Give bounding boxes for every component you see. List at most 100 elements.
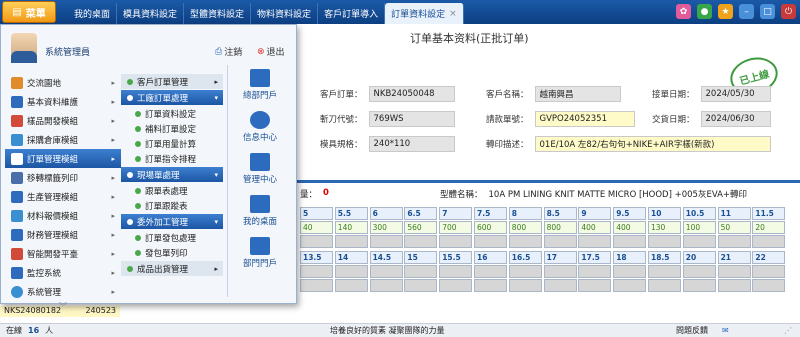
size-qty-cell[interactable]: 600 (474, 221, 507, 234)
receive-date-value[interactable]: 2024/05/30 (700, 86, 771, 102)
size-empty-cell[interactable] (717, 235, 751, 248)
exit-button[interactable]: ⊗ 退出 (257, 45, 285, 59)
module-item-monitor[interactable]: 監控系統 ▸ (5, 263, 121, 282)
module-item-system[interactable]: 系統管理 ▸ (5, 282, 121, 301)
size-qty-cell[interactable]: 400 (613, 221, 647, 234)
submenu-item-dispatch[interactable]: 訂單發包處理 (121, 230, 223, 245)
invoice-no-value[interactable]: GVPO24052351 (534, 111, 635, 127)
size-qty-cell[interactable]: 40 (300, 221, 333, 234)
size-empty-cell[interactable] (752, 235, 786, 248)
customer-name-value[interactable]: 越南興昌 (534, 86, 621, 102)
size-qty-cell[interactable]: 100 (682, 221, 716, 234)
submenu-item-order-trace[interactable]: 訂單跟蹤表 (121, 198, 223, 213)
submenu-item-tracking-table[interactable]: 跟單表處理 (121, 183, 223, 198)
tab-order-settings[interactable]: 訂單資料設定 × (385, 3, 464, 24)
module-item-basic-data[interactable]: 基本資料維護 ▸ (5, 92, 121, 111)
size-empty-cell[interactable] (404, 265, 438, 278)
size-empty-cell[interactable] (334, 235, 368, 248)
size-empty-cell[interactable] (543, 265, 577, 278)
submenu-item-supplement[interactable]: 補料訂單設定 (121, 121, 223, 136)
size-empty-cell[interactable] (682, 235, 716, 248)
size-empty-cell[interactable] (439, 235, 473, 248)
size-empty-cell[interactable] (682, 279, 716, 292)
size-empty-cell[interactable] (404, 235, 438, 248)
size-qty-cell[interactable]: 140 (334, 221, 368, 234)
submenu-item-usage-calc[interactable]: 訂單用量計算 (121, 136, 223, 151)
size-empty-cell[interactable] (752, 279, 786, 292)
scroll-down-icon[interactable]: ︾ (5, 301, 121, 312)
menu-button[interactable]: ▤ 菜單 (2, 1, 56, 23)
size-empty-cell[interactable] (369, 235, 403, 248)
module-item-purchase[interactable]: 採購倉庫模組 ▸ (5, 130, 121, 149)
size-empty-cell[interactable] (508, 235, 542, 248)
module-item-label-print[interactable]: 移轉標籤列印 ▸ (5, 168, 121, 187)
tab-mold-data[interactable]: 模具資料設定 (117, 3, 185, 24)
size-empty-cell[interactable] (300, 279, 333, 292)
size-empty-cell[interactable] (439, 265, 473, 278)
size-empty-cell[interactable] (613, 235, 647, 248)
module-item-sample-dev[interactable]: 樣品開發模組 ▸ (5, 111, 121, 130)
size-empty-cell[interactable] (404, 279, 438, 292)
size-empty-cell[interactable] (613, 279, 647, 292)
size-qty-cell[interactable]: 560 (404, 221, 438, 234)
size-qty-cell[interactable]: 20 (752, 221, 786, 234)
chat-icon[interactable]: ✉ (722, 326, 729, 335)
tab-shape-data[interactable]: 型體資料設定 (184, 3, 252, 24)
size-empty-cell[interactable] (508, 279, 542, 292)
portal-info[interactable]: 信息中心 (228, 111, 292, 143)
module-item-finance[interactable]: 財務管理模組 ▸ (5, 225, 121, 244)
size-empty-cell[interactable] (543, 235, 577, 248)
size-qty-cell[interactable]: 700 (439, 221, 473, 234)
size-qty-cell[interactable]: 400 (578, 221, 612, 234)
close-icon[interactable]: ⏻ (781, 4, 796, 19)
customer-order-value[interactable]: NKB24050048 (368, 86, 455, 102)
size-empty-cell[interactable] (300, 235, 333, 248)
logout-button[interactable]: ⎙ 注銷 (215, 45, 242, 59)
size-empty-cell[interactable] (543, 279, 577, 292)
size-empty-cell[interactable] (717, 265, 751, 278)
size-empty-cell[interactable] (439, 279, 473, 292)
size-empty-cell[interactable] (682, 265, 716, 278)
module-item-forum[interactable]: 交流園地 ▸ (5, 73, 121, 92)
notice-icon[interactable]: ★ (718, 4, 733, 19)
fullscreen-icon[interactable]: □ (760, 4, 775, 19)
message-icon[interactable]: ● (697, 4, 712, 19)
submenu-item-order-settings[interactable]: 訂單資料設定 (121, 106, 223, 121)
size-empty-cell[interactable] (578, 279, 612, 292)
submenu-factory-order[interactable]: 工廠訂單處理 ▾ (121, 90, 223, 105)
size-empty-cell[interactable] (369, 279, 403, 292)
size-empty-cell[interactable] (334, 265, 368, 278)
size-empty-cell[interactable] (648, 279, 681, 292)
size-qty-cell[interactable]: 50 (717, 221, 751, 234)
module-item-order[interactable]: 訂單管理模組 ▸ (5, 149, 121, 168)
size-empty-cell[interactable] (334, 279, 368, 292)
size-empty-cell[interactable] (508, 265, 542, 278)
portal-management[interactable]: 管理中心 (228, 153, 292, 185)
size-empty-cell[interactable] (369, 265, 403, 278)
submenu-item-schedule[interactable]: 訂單指令排程 (121, 151, 223, 166)
size-empty-cell[interactable] (474, 265, 507, 278)
mold-spec-value[interactable]: 240*110 (368, 136, 455, 152)
size-empty-cell[interactable] (648, 235, 681, 248)
size-empty-cell[interactable] (474, 235, 507, 248)
module-item-production[interactable]: 生產管理模組 ▸ (5, 187, 121, 206)
size-empty-cell[interactable] (717, 279, 751, 292)
submenu-customer-order[interactable]: 客戶訂單管理 ▸ (121, 74, 223, 89)
tab-my-desktop[interactable]: 我的桌面 (68, 3, 118, 24)
size-empty-cell[interactable] (578, 235, 612, 248)
submenu-item-dispatch-print[interactable]: 發包單列印 (121, 245, 223, 260)
portal-desktop[interactable]: 我的桌面 (228, 195, 292, 227)
portal-hq[interactable]: 總部門戶 (228, 69, 292, 101)
module-item-material-quote[interactable]: 材料報價模組 ▸ (5, 206, 121, 225)
size-empty-cell[interactable] (474, 279, 507, 292)
module-item-smart-dev[interactable]: 智能開發平臺 ▸ (5, 244, 121, 263)
close-tab-icon[interactable]: × (449, 9, 457, 19)
size-empty-cell[interactable] (752, 265, 786, 278)
knife-code-value[interactable]: 769WS (368, 111, 455, 127)
feedback-link[interactable]: 問題反饋 (676, 325, 708, 336)
size-qty-cell[interactable]: 130 (648, 221, 681, 234)
size-empty-cell[interactable] (300, 265, 333, 278)
size-empty-cell[interactable] (578, 265, 612, 278)
transfer-desc-value[interactable]: 01E/10A 左82/右句句+NIKE+AIR字樣(新款) (534, 136, 771, 152)
size-qty-cell[interactable]: 800 (508, 221, 542, 234)
